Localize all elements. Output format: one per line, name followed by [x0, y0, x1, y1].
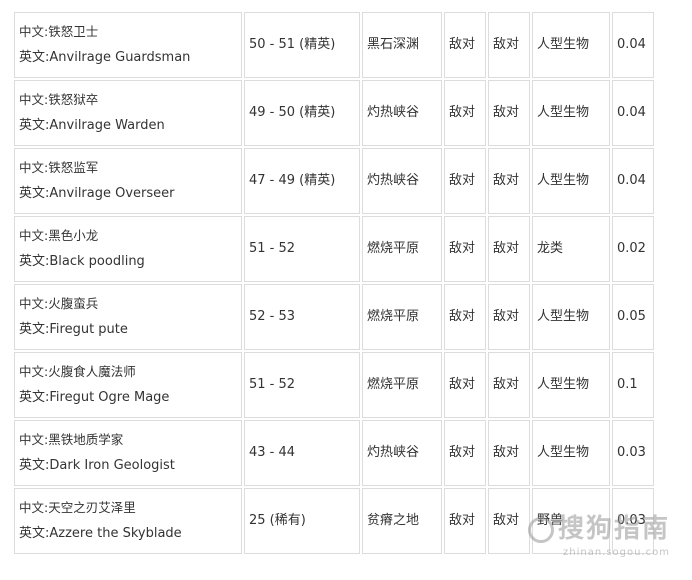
zone-cell: 燃烧平原 [362, 352, 442, 418]
reaction-alliance-cell: 敌对 [444, 284, 486, 350]
reaction-horde-cell: 敌对 [488, 12, 530, 78]
table-row: 中文:火腹食人魔法师 英文:Firegut Ogre Mage 51 - 52 … [14, 352, 654, 418]
zone-cell: 燃烧平原 [362, 284, 442, 350]
zone-cell: 灼热峡谷 [362, 148, 442, 214]
chinese-name: 中文:火腹食人魔法师 [19, 364, 136, 379]
drop-rate-cell: 0.05 [612, 284, 654, 350]
chinese-name: 中文:铁怒监军 [19, 160, 99, 175]
table-row: 中文:铁怒狱卒 英文:Anvilrage Warden 49 - 50 (精英)… [14, 80, 654, 146]
name-cell: 中文:天空之刃艾泽里 英文:Azzere the Skyblade [14, 488, 242, 554]
reaction-alliance-cell: 敌对 [444, 12, 486, 78]
creature-type-cell: 人型生物 [532, 420, 610, 486]
reaction-horde-cell: 敌对 [488, 420, 530, 486]
reaction-alliance-cell: 敌对 [444, 352, 486, 418]
sogou-watermark: 搜狗指南 zhinan.sogou.com [527, 508, 670, 558]
creature-type-cell: 人型生物 [532, 352, 610, 418]
watermark-brand: 搜狗指南 [557, 514, 670, 544]
drop-rate-cell: 0.04 [612, 12, 654, 78]
table-row: 中文:铁怒卫士 英文:Anvilrage Guardsman 50 - 51 (… [14, 12, 654, 78]
name-cell: 中文:黑色小龙 英文:Black poodling [14, 216, 242, 282]
reaction-horde-cell: 敌对 [488, 216, 530, 282]
reaction-horde-cell: 敌对 [488, 488, 530, 554]
name-cell: 中文:火腹食人魔法师 英文:Firegut Ogre Mage [14, 352, 242, 418]
table-row: 中文:黑色小龙 英文:Black poodling 51 - 52 燃烧平原 敌… [14, 216, 654, 282]
english-name: 英文:Anvilrage Guardsman [19, 50, 191, 65]
chinese-name: 中文:天空之刃艾泽里 [19, 500, 136, 515]
drop-rate-cell: 0.02 [612, 216, 654, 282]
reaction-horde-cell: 敌对 [488, 352, 530, 418]
table-row: 中文:黑铁地质学家 英文:Dark Iron Geologist 43 - 44… [14, 420, 654, 486]
english-name: 英文:Azzere the Skyblade [19, 526, 182, 541]
level-cell: 52 - 53 [244, 284, 360, 350]
level-cell: 47 - 49 (精英) [244, 148, 360, 214]
english-name: 英文:Black poodling [19, 254, 145, 269]
name-cell: 中文:铁怒监军 英文:Anvilrage Overseer [14, 148, 242, 214]
watermark-url: zhinan.sogou.com [562, 547, 670, 558]
english-name: 英文:Firegut Ogre Mage [19, 390, 170, 405]
reaction-horde-cell: 敌对 [488, 148, 530, 214]
english-name: 英文:Firegut pute [19, 322, 128, 337]
zone-cell: 黑石深渊 [362, 12, 442, 78]
name-cell: 中文:黑铁地质学家 英文:Dark Iron Geologist [14, 420, 242, 486]
reaction-alliance-cell: 敌对 [444, 488, 486, 554]
creature-type-cell: 人型生物 [532, 284, 610, 350]
zone-cell: 燃烧平原 [362, 216, 442, 282]
level-cell: 50 - 51 (精英) [244, 12, 360, 78]
level-cell: 43 - 44 [244, 420, 360, 486]
sogou-logo-icon [527, 516, 554, 543]
zone-cell: 灼热峡谷 [362, 420, 442, 486]
level-cell: 49 - 50 (精英) [244, 80, 360, 146]
mob-table: 中文:铁怒卫士 英文:Anvilrage Guardsman 50 - 51 (… [12, 10, 656, 556]
creature-type-cell: 人型生物 [532, 80, 610, 146]
table-row: 中文:铁怒监军 英文:Anvilrage Overseer 47 - 49 (精… [14, 148, 654, 214]
name-cell: 中文:铁怒卫士 英文:Anvilrage Guardsman [14, 12, 242, 78]
reaction-alliance-cell: 敌对 [444, 420, 486, 486]
reaction-alliance-cell: 敌对 [444, 148, 486, 214]
zone-cell: 贫瘠之地 [362, 488, 442, 554]
mob-table-container: 中文:铁怒卫士 英文:Anvilrage Guardsman 50 - 51 (… [12, 10, 656, 556]
english-name: 英文:Anvilrage Warden [19, 118, 165, 133]
name-cell: 中文:火腹蛮兵 英文:Firegut pute [14, 284, 242, 350]
creature-type-cell: 龙类 [532, 216, 610, 282]
drop-rate-cell: 0.04 [612, 80, 654, 146]
level-cell: 51 - 52 [244, 216, 360, 282]
drop-rate-cell: 0.1 [612, 352, 654, 418]
english-name: 英文:Anvilrage Overseer [19, 186, 175, 201]
creature-type-cell: 人型生物 [532, 12, 610, 78]
zone-cell: 灼热峡谷 [362, 80, 442, 146]
level-cell: 25 (稀有) [244, 488, 360, 554]
reaction-alliance-cell: 敌对 [444, 80, 486, 146]
table-row: 中文:火腹蛮兵 英文:Firegut pute 52 - 53 燃烧平原 敌对 … [14, 284, 654, 350]
drop-rate-cell: 0.03 [612, 420, 654, 486]
reaction-horde-cell: 敌对 [488, 80, 530, 146]
reaction-horde-cell: 敌对 [488, 284, 530, 350]
chinese-name: 中文:黑铁地质学家 [19, 432, 124, 447]
english-name: 英文:Dark Iron Geologist [19, 458, 175, 473]
drop-rate-cell: 0.04 [612, 148, 654, 214]
creature-type-cell: 人型生物 [532, 148, 610, 214]
chinese-name: 中文:火腹蛮兵 [19, 296, 99, 311]
name-cell: 中文:铁怒狱卒 英文:Anvilrage Warden [14, 80, 242, 146]
level-cell: 51 - 52 [244, 352, 360, 418]
chinese-name: 中文:铁怒卫士 [19, 24, 99, 39]
chinese-name: 中文:黑色小龙 [19, 228, 99, 243]
chinese-name: 中文:铁怒狱卒 [19, 92, 99, 107]
reaction-alliance-cell: 敌对 [444, 216, 486, 282]
